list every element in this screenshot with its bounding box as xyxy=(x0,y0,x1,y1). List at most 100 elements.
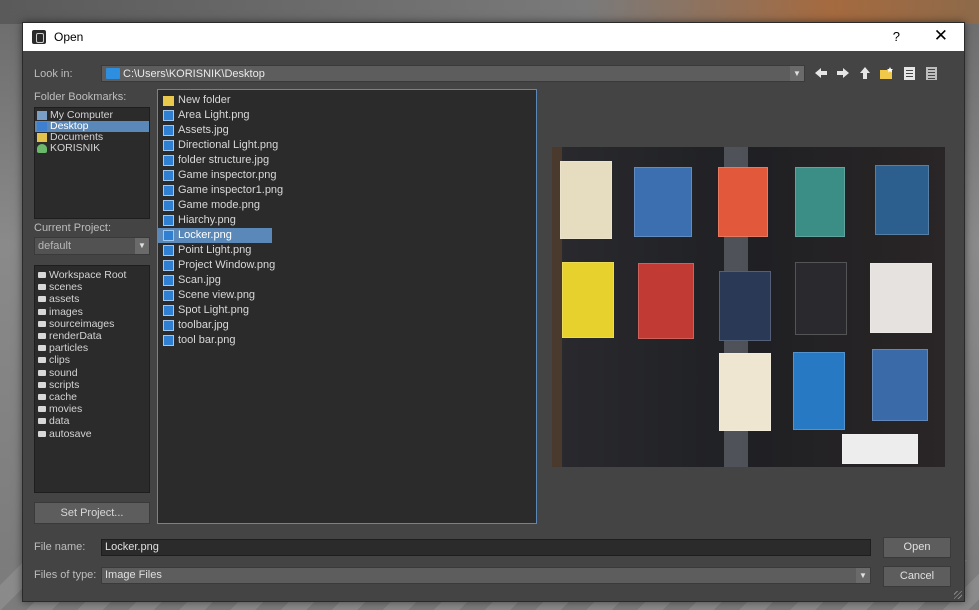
image-file-icon xyxy=(163,335,174,346)
project-folder-tree: Workspace Root scenes assets images sour… xyxy=(34,265,150,493)
image-file-icon xyxy=(163,140,174,151)
tree-item[interactable]: scripts xyxy=(35,379,149,391)
tree-item[interactable]: sound xyxy=(35,367,149,379)
list-item[interactable]: Game inspector1.png xyxy=(158,183,536,198)
file-name: Game mode.png xyxy=(178,199,260,211)
current-project-value: default xyxy=(38,240,72,252)
list-item[interactable]: Point Light.png xyxy=(158,243,536,258)
computer-icon xyxy=(37,111,47,120)
file-name: Area Light.png xyxy=(178,109,250,121)
list-item[interactable]: Area Light.png xyxy=(158,108,536,123)
file-name: Directional Light.png xyxy=(178,139,279,151)
chevron-down-icon[interactable]: ▼ xyxy=(790,66,804,81)
back-icon[interactable] xyxy=(813,65,829,81)
tree-item[interactable]: movies xyxy=(35,403,149,415)
tree-item[interactable]: cache xyxy=(35,391,149,403)
chevron-down-icon[interactable]: ▼ xyxy=(135,238,149,254)
user-icon xyxy=(37,144,47,153)
list-item[interactable]: Directional Light.png xyxy=(158,138,536,153)
set-project-button[interactable]: Set Project... xyxy=(34,502,150,524)
list-item[interactable]: folder structure.jpg xyxy=(158,153,536,168)
folder-icon xyxy=(38,393,46,400)
tree-item-label: movies xyxy=(49,403,83,416)
file-name: Project Window.png xyxy=(178,259,276,271)
preview-poster xyxy=(793,352,845,430)
bookmark-label: KORISNIK xyxy=(50,142,101,154)
up-folder-icon[interactable] xyxy=(857,65,873,81)
open-dialog: Open ? ✕ Look in: C:\Users\KORISNIK\Desk… xyxy=(22,22,965,602)
list-view-icon[interactable] xyxy=(901,65,917,81)
list-item[interactable]: Scan.jpg xyxy=(158,273,536,288)
image-file-icon xyxy=(163,290,174,301)
list-item[interactable]: tool bar.png xyxy=(158,333,536,348)
preview-poster xyxy=(562,262,614,338)
bookmark-user[interactable]: KORISNIK xyxy=(35,143,149,154)
file-name: Assets.jpg xyxy=(178,124,229,136)
file-name: Spot Light.png xyxy=(178,304,249,316)
list-item[interactable]: Scene view.png xyxy=(158,288,536,303)
list-item[interactable]: Hiarchy.png xyxy=(158,213,536,228)
dialog-title: Open xyxy=(54,30,84,44)
tree-item[interactable]: renderData xyxy=(35,330,149,342)
close-button[interactable]: ✕ xyxy=(934,26,948,46)
tree-item-label: scripts xyxy=(49,378,80,391)
file-name: Hiarchy.png xyxy=(178,214,236,226)
folder-icon xyxy=(38,418,46,425)
file-name: folder structure.jpg xyxy=(178,154,270,166)
help-button[interactable]: ? xyxy=(893,29,900,44)
tree-item-label: particles xyxy=(49,342,89,355)
tree-item[interactable]: clips xyxy=(35,354,149,366)
title-bar: Open ? ✕ xyxy=(23,23,964,51)
list-item[interactable]: toolbar.jpg xyxy=(158,318,536,333)
current-project-select[interactable]: default ▼ xyxy=(34,237,150,255)
image-preview xyxy=(552,147,945,467)
list-item[interactable]: New folder xyxy=(158,93,536,108)
tree-item[interactable]: data xyxy=(35,415,149,427)
desktop-icon xyxy=(37,122,47,131)
preview-poster xyxy=(718,167,768,237)
tree-item-label: clips xyxy=(49,354,71,367)
resize-grip-icon[interactable] xyxy=(954,591,962,599)
folder-icon xyxy=(38,284,46,291)
filename-input[interactable]: Locker.png xyxy=(101,539,871,556)
forward-icon[interactable] xyxy=(835,65,851,81)
open-button[interactable]: Open xyxy=(883,537,951,558)
tree-item-label: images xyxy=(49,305,83,318)
tree-item[interactable]: sourceimages xyxy=(35,318,149,330)
file-list: New folder Area Light.png Assets.jpg Dir… xyxy=(157,89,537,524)
list-item[interactable]: Project Window.png xyxy=(158,258,536,273)
preview-poster xyxy=(875,165,929,235)
folder-icon xyxy=(38,430,46,437)
file-name: toolbar.jpg xyxy=(178,319,229,331)
filetype-select[interactable]: Image Files ▼ xyxy=(101,567,871,584)
preview-poster xyxy=(634,167,692,237)
tree-item[interactable]: images xyxy=(35,306,149,318)
panel-splitter[interactable] xyxy=(541,83,545,523)
preview-photo xyxy=(552,147,945,467)
lookin-path-select[interactable]: C:\Users\KORISNIK\Desktop ▼ xyxy=(101,65,805,82)
folder-icon xyxy=(38,406,46,413)
image-file-icon xyxy=(163,185,174,196)
detail-view-icon[interactable] xyxy=(923,65,939,81)
tree-item[interactable]: Workspace Root xyxy=(35,269,149,281)
tree-item[interactable]: assets xyxy=(35,293,149,305)
image-file-icon xyxy=(163,170,174,181)
list-item[interactable]: Assets.jpg xyxy=(158,123,536,138)
file-name: tool bar.png xyxy=(178,334,236,346)
list-item[interactable]: Game mode.png xyxy=(158,198,536,213)
folder-icon xyxy=(37,133,47,142)
filename-label: File name: xyxy=(34,541,86,553)
new-folder-icon[interactable] xyxy=(879,65,895,81)
preview-poster xyxy=(719,353,771,431)
list-item[interactable]: Game inspector.png xyxy=(158,168,536,183)
tree-item[interactable]: scenes xyxy=(35,281,149,293)
cancel-button[interactable]: Cancel xyxy=(883,566,951,587)
chevron-down-icon[interactable]: ▼ xyxy=(856,568,870,583)
tree-item[interactable]: autosave xyxy=(35,427,149,440)
list-item-selected[interactable]: Locker.png xyxy=(158,228,272,243)
bookmarks-label: Folder Bookmarks: xyxy=(34,91,127,103)
tree-item[interactable]: particles xyxy=(35,342,149,354)
list-item[interactable]: Spot Light.png xyxy=(158,303,536,318)
tree-item-label: data xyxy=(49,415,70,428)
image-file-icon xyxy=(163,155,174,166)
